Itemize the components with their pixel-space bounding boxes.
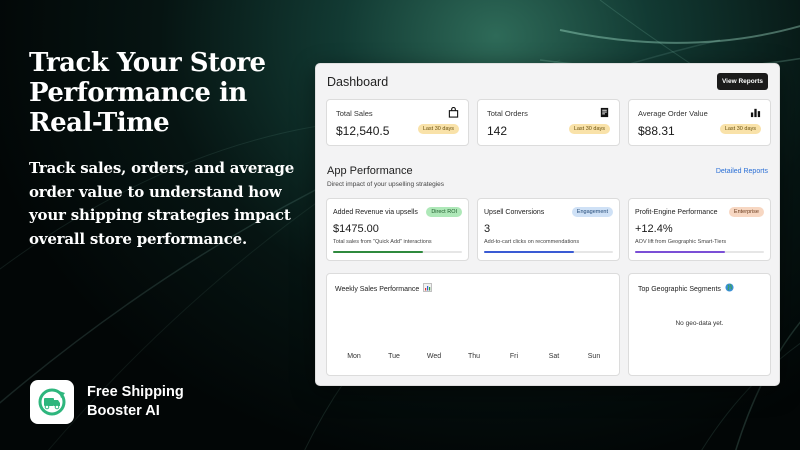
- perf-label: Added Revenue via upsells: [333, 209, 418, 216]
- status-badge: Enterprise: [728, 207, 764, 217]
- dashboard-header: Dashboard View Reports: [327, 73, 768, 93]
- brand-name: Free Shipping Booster AI: [87, 384, 184, 419]
- perf-value: 3: [484, 223, 491, 235]
- progress-bar: [484, 251, 613, 253]
- section-title: App Performance: [327, 165, 413, 177]
- progress-fill: [484, 251, 575, 253]
- stat-label: Total Orders: [487, 109, 528, 118]
- perf-note: Add-to-cart clicks on recommendations: [484, 239, 580, 245]
- bar-chart-icon: [750, 108, 761, 118]
- stat-card-average-order-value: Average Order Value $88.31 Last 30 days: [628, 99, 771, 146]
- stat-label: Total Sales: [336, 109, 373, 118]
- progress-bar: [333, 251, 462, 253]
- weekly-sales-chart: Mon Tue Wed Thu Fri Sat Sun: [347, 353, 601, 360]
- truck-arrow-icon: [30, 380, 74, 424]
- hero: Track Your Store Performance in Real-Tim…: [29, 48, 299, 251]
- status-badge: Last 30 days: [719, 124, 761, 134]
- view-reports-button[interactable]: View Reports: [716, 73, 768, 90]
- x-tick-label: Fri: [510, 353, 519, 360]
- x-tick-label: Thu: [468, 353, 480, 360]
- stat-value: $88.31: [638, 124, 675, 138]
- weekly-sales-card: Weekly Sales Performance Mon Tue Wed Thu Fri…: [326, 273, 620, 376]
- perf-label: Upsell Conversions: [484, 209, 545, 216]
- stat-card-total-sales: Total Sales $12,540.5 Last 30 days: [326, 99, 469, 146]
- x-tick-label: Tue: [388, 353, 400, 360]
- globe-icon: [725, 283, 734, 292]
- hero-title: Track Your Store Performance in Real-Tim…: [29, 48, 266, 138]
- hero-subtitle: Track sales, orders, and average order v…: [29, 159, 295, 248]
- status-badge: Last 30 days: [417, 124, 459, 134]
- x-tick-label: Sun: [588, 353, 601, 360]
- perf-card-upsell-conversions: Upsell Conversions Engagement 3 Add-to-c…: [477, 198, 620, 261]
- progress-fill: [333, 251, 424, 253]
- receipt-icon: [600, 107, 609, 118]
- brand: Free Shipping Booster AI: [30, 380, 197, 424]
- stat-card-total-orders: Total Orders 142 Last 30 days: [477, 99, 620, 146]
- detailed-reports-link[interactable]: Detailed Reports: [716, 168, 768, 175]
- perf-note: AOV lift from Geographic Smart-Tiers: [635, 239, 727, 245]
- perf-card-added-revenue: Added Revenue via upsells Direct ROI $14…: [326, 198, 469, 261]
- dashboard-panel: Dashboard View Reports Total Sales $12,5…: [315, 63, 780, 386]
- dashboard-title: Dashboard: [327, 75, 389, 89]
- perf-card-profit-engine: Profit-Engine Performance Enterprise +12…: [628, 198, 771, 261]
- stat-value: $12,540.5: [336, 124, 390, 138]
- shopping-bag-icon: [448, 107, 459, 118]
- geo-segments-card: Top Geographic Segments No geo-data yet.: [628, 273, 771, 376]
- perf-value: $1475.00: [333, 223, 379, 235]
- x-tick-label: Wed: [427, 353, 441, 360]
- perf-value: +12.4%: [635, 223, 673, 235]
- status-badge: Direct ROI: [426, 207, 462, 217]
- geo-title: Top Geographic Segments: [638, 283, 734, 293]
- perf-label: Profit-Engine Performance: [635, 209, 718, 216]
- progress-bar: [635, 251, 764, 253]
- stat-value: 142: [487, 124, 508, 138]
- progress-fill: [635, 251, 726, 253]
- x-tick-label: Sat: [549, 353, 560, 360]
- geo-empty-text: No geo-data yet.: [675, 320, 724, 327]
- status-badge: Last 30 days: [568, 124, 610, 134]
- status-badge: Engagement: [571, 207, 613, 217]
- section-subtitle: Direct impact of your upselling strategi…: [327, 181, 445, 188]
- x-tick-label: Mon: [347, 353, 361, 360]
- perf-note: Total sales from "Quick Add" interaction…: [333, 239, 432, 245]
- stat-label: Average Order Value: [638, 109, 708, 118]
